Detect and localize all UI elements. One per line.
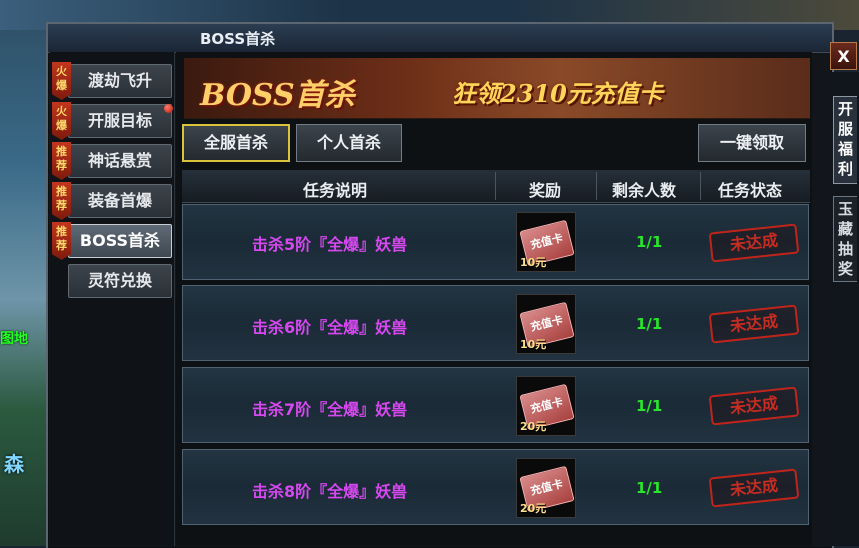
column-divider — [596, 172, 597, 200]
tab-opening-welfare[interactable]: 开服福利 — [833, 96, 857, 184]
task-description: 击杀8阶『全爆』妖兽 — [252, 482, 408, 501]
tab-personal-first-kill[interactable]: 个人首杀 — [296, 124, 402, 162]
remaining-count: 1/1 — [636, 233, 663, 251]
hot-tag-icon: 火爆 — [52, 62, 71, 100]
sidebar-item-label: 灵符兑换 — [87, 271, 152, 290]
sidebar-item-boss-first-kill[interactable]: BOSS首杀 — [68, 224, 172, 258]
reward-slot[interactable]: 充值卡 20元 — [516, 376, 576, 436]
remaining-count: 1/1 — [636, 397, 663, 415]
column-header-remaining: 剩余人数 — [612, 181, 677, 200]
remaining-count: 1/1 — [636, 315, 663, 333]
task-description: 击杀7阶『全爆』妖兽 — [252, 400, 408, 419]
sidebar-item-label: 装备首爆 — [87, 191, 152, 210]
sidebar-item-label: 渡劫飞升 — [87, 71, 152, 90]
tab-treasure-lottery[interactable]: 玉藏抽奖 — [833, 196, 857, 282]
column-divider — [495, 172, 496, 200]
table-header — [182, 170, 810, 203]
banner-title: BOSS首杀 — [200, 78, 355, 113]
column-header-reward: 奖励 — [529, 181, 562, 200]
window-titlebar: BOSS首杀 — [48, 24, 832, 53]
sidebar-item-label: BOSS首杀 — [79, 231, 161, 250]
tab-opening-welfare-label: 开服福利 — [837, 100, 853, 178]
close-button[interactable]: X — [830, 42, 857, 70]
claim-all-label: 一键领取 — [719, 133, 784, 152]
column-header-task: 任务说明 — [303, 181, 368, 200]
sidebar-item-tribulation[interactable]: 渡劫飞升 — [68, 64, 172, 98]
tab-treasure-lottery-label: 玉藏抽奖 — [837, 200, 853, 278]
reward-value: 20元 — [520, 420, 547, 433]
column-header-status: 任务状态 — [718, 181, 783, 200]
map-label-2: 森 — [4, 452, 24, 476]
tab-server-first-kill[interactable]: 全服首杀 — [182, 124, 290, 162]
reward-value: 10元 — [520, 256, 547, 269]
sidebar-item-equip-first-drop[interactable]: 装备首爆 — [68, 184, 172, 218]
tab-label: 个人首杀 — [316, 133, 381, 152]
sidebar-item-label: 神话悬赏 — [87, 151, 152, 170]
reward-slot[interactable]: 充值卡 10元 — [516, 212, 576, 272]
banner-subtitle: 狂领2310元充值卡 — [452, 79, 663, 108]
recommend-tag-icon: 推荐 — [52, 182, 71, 220]
reward-slot[interactable]: 充值卡 10元 — [516, 294, 576, 354]
map-label-1: 图地 — [0, 331, 28, 347]
recommend-tag-icon: 推荐 — [52, 142, 71, 180]
column-divider — [700, 172, 701, 200]
task-description: 击杀5阶『全爆』妖兽 — [252, 235, 408, 254]
recommend-tag-icon: 推荐 — [52, 222, 71, 260]
sidebar-item-label: 开服目标 — [87, 111, 152, 130]
hot-tag-icon: 火爆 — [52, 102, 71, 140]
sidebar-item-server-goals[interactable]: 开服目标 — [68, 104, 172, 138]
sidebar-item-myth-bounty[interactable]: 神话悬赏 — [68, 144, 172, 178]
reward-value: 10元 — [520, 338, 547, 351]
reward-value: 20元 — [520, 502, 547, 515]
tab-label: 全服首杀 — [203, 133, 268, 152]
sidebar-item-talisman-exchange[interactable]: 灵符兑换 — [68, 264, 172, 298]
task-description: 击杀6阶『全爆』妖兽 — [252, 318, 408, 337]
window-title: BOSS首杀 — [200, 30, 276, 48]
remaining-count: 1/1 — [636, 479, 663, 497]
notification-dot-icon — [164, 104, 173, 113]
reward-slot[interactable]: 充值卡 20元 — [516, 458, 576, 518]
sidebar: 渡劫飞升 火爆 开服目标 火爆 神话悬赏 推荐 装备首爆 推荐 BOSS首杀 推… — [50, 52, 175, 546]
claim-all-button[interactable]: 一键领取 — [698, 124, 806, 162]
